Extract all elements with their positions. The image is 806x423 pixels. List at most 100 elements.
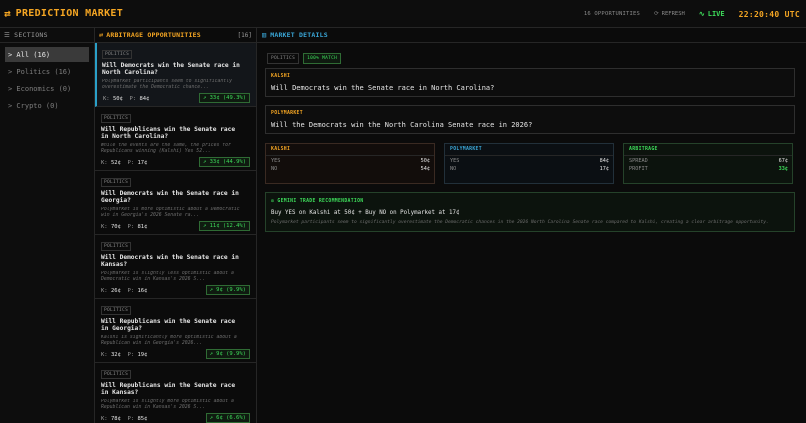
poly-price: 19¢ <box>137 352 148 358</box>
yes-label: YES <box>271 157 281 164</box>
card-question: Will Democrats win the Senate race in Ge… <box>101 190 239 204</box>
category-tag: POLITICS <box>101 306 132 315</box>
top-bar: ⇄ PREDICTION MARKET 16 OPPORTUNITIES ⟳ R… <box>0 0 806 28</box>
polymarket-question-box: POLYMARKET Will the Democrats win the No… <box>265 105 795 134</box>
sidebar-title: SECTIONS <box>14 31 48 39</box>
opportunity-card[interactable]: POLITICS Will Republicans win the Senate… <box>95 107 256 171</box>
kalshi-yes-row: YES 50¢ <box>266 157 434 164</box>
polymarket-box-title: POLYMARKET <box>445 144 613 156</box>
profit-badge: ↗ 33¢ (49.3%) <box>198 93 250 103</box>
arbitrage-box-title: ARBITRAGE <box>624 144 792 156</box>
opportunity-card[interactable]: POLITICS Will Democrats win the Senate r… <box>95 235 256 299</box>
kalshi-yes-price: 50¢ <box>420 157 430 164</box>
sidebar-item-politics[interactable]: > Politics (16) <box>5 64 89 79</box>
category-tag: POLITICS <box>102 50 133 59</box>
recommendation-reason: Polymarket participants seem to signific… <box>271 220 769 225</box>
arbitrage-box: ARBITRAGE SPREAD 67¢ PROFIT 33¢ <box>623 143 793 184</box>
profit-badge: ↗ 6¢ (6.6%) <box>205 413 250 423</box>
recommendation-title: ◎ GEMINI TRADE RECOMMENDATION <box>271 199 364 204</box>
spread-row: SPREAD 67¢ <box>624 157 792 164</box>
refresh-button[interactable]: ⟳ REFRESH <box>654 11 685 17</box>
opportunity-card[interactable]: POLITICS Will Republicans win the Senate… <box>95 299 256 363</box>
refresh-label: REFRESH <box>661 11 685 17</box>
card-prices: K: 26¢ P: 16¢ <box>101 288 148 294</box>
category-tag: POLITICS <box>101 178 132 187</box>
card-prices: K: 78¢ P: 85¢ <box>101 416 148 422</box>
opportunities-panel: ⇄ ARBITRAGE OPPORTUNITIES [16] POLITICS … <box>95 28 257 423</box>
poly-yes-price: 84¢ <box>599 157 609 164</box>
opportunity-card[interactable]: POLITICS Will Democrats win the Senate r… <box>95 43 256 107</box>
kalshi-no-row: NO 54¢ <box>266 165 434 172</box>
card-description: Polymarket is more optimistic about a De… <box>101 207 240 218</box>
profit-label: PROFIT <box>629 165 648 172</box>
kalshi-box-title: KALSHI <box>266 144 434 156</box>
sidebar-item-crypto[interactable]: > Crypto (0) <box>5 98 89 113</box>
poly-price: 84¢ <box>139 96 150 102</box>
profit-row: PROFIT 33¢ <box>624 165 792 172</box>
polymarket-label: POLYMARKET <box>271 111 303 116</box>
menu-icon: ☰ <box>4 31 11 39</box>
profit-value: 33¢ <box>778 165 788 172</box>
profit-badge: ↗ 11¢ (12.4%) <box>198 221 250 231</box>
card-question: Will Democrats win the Senate race in Ka… <box>101 254 239 268</box>
card-description: Kalshi is significantly more optimistic … <box>101 335 237 346</box>
poly-yes-row: YES 84¢ <box>445 157 613 164</box>
app-title: PREDICTION MARKET <box>15 8 124 19</box>
kalshi-price-box: KALSHI YES 50¢ NO 54¢ <box>265 143 435 184</box>
kalshi-label: KALSHI <box>271 74 291 79</box>
trade-recommendation: ◎ GEMINI TRADE RECOMMENDATION Buy YES on… <box>265 192 795 232</box>
sidebar-header: ☰ SECTIONS <box>0 28 94 43</box>
swap-arrows-icon: ⇄ <box>4 7 11 20</box>
category-tag: POLITICS <box>101 370 132 379</box>
card-prices: K: 52¢ P: 17¢ <box>101 160 148 166</box>
poly-no-row: NO 17¢ <box>445 165 613 172</box>
no-label: NO <box>271 165 278 172</box>
chart-icon: ▥ <box>262 31 267 39</box>
top-right-controls: 16 OPPORTUNITIES ⟳ REFRESH ∿ LIVE 22:20:… <box>584 0 800 28</box>
details-header: ▥ MARKET DETAILS <box>257 28 806 43</box>
kalshi-price: 26¢ <box>110 288 121 294</box>
opportunities-count: 16 OPPORTUNITIES <box>583 11 641 17</box>
card-description: Polymarket participants seem to signific… <box>102 79 232 90</box>
poly-price: 16¢ <box>137 288 148 294</box>
card-question: Will Republicans win the Senate race in … <box>101 318 236 332</box>
polymarket-price-box: POLYMARKET YES 84¢ NO 17¢ <box>444 143 614 184</box>
no-label: NO <box>450 165 457 172</box>
card-description: Polymarket is slightly less optimistic a… <box>101 271 234 282</box>
poly-price: 85¢ <box>137 416 148 422</box>
category-tag: POLITICS <box>101 114 132 123</box>
brand: ⇄ PREDICTION MARKET <box>0 7 123 20</box>
kalshi-price: 50¢ <box>112 96 123 102</box>
opportunity-card[interactable]: POLITICS Will Democrats win the Senate r… <box>95 171 256 235</box>
yes-label: YES <box>450 157 460 164</box>
market-details-panel: ▥ MARKET DETAILS POLITICS 100% MATCH KAL… <box>257 28 806 423</box>
polymarket-question: Will the Democrats win the North Carolin… <box>271 121 533 129</box>
profit-badge: ↗ 9¢ (9.9%) <box>205 349 250 359</box>
kalshi-price: 70¢ <box>110 224 121 230</box>
sidebar-item-economics[interactable]: > Economics (0) <box>5 81 89 96</box>
sidebar-item-all[interactable]: > All (16) <box>5 47 89 62</box>
kalshi-price: 32¢ <box>110 352 121 358</box>
poly-price: 81¢ <box>137 224 148 230</box>
recommendation-text: Buy YES on Kalshi at 50¢ + Buy NO on Pol… <box>271 210 460 216</box>
swap-arrows-icon: ⇄ <box>99 31 104 39</box>
pulse-icon: ∿ <box>698 10 705 18</box>
kalshi-price: 52¢ <box>110 160 121 166</box>
opportunities-title: ARBITRAGE OPPORTUNITIES <box>106 31 201 39</box>
opportunity-card[interactable]: POLITICS Will Republicans win the Senate… <box>95 363 256 423</box>
card-prices: K: 70¢ P: 81¢ <box>101 224 148 230</box>
profit-badge: ↗ 33¢ (44.9%) <box>198 157 250 167</box>
card-description: While the events are the same, the price… <box>101 143 231 154</box>
utc-clock: 22:20:40 UTC <box>738 9 800 19</box>
card-question: Will Republicans win the Senate race in … <box>101 382 236 396</box>
card-question: Will Republicans win the Senate race in … <box>101 126 236 140</box>
kalshi-no-price: 54¢ <box>420 165 430 172</box>
kalshi-question: Will Democrats win the Senate race in No… <box>271 84 495 92</box>
refresh-icon: ⟳ <box>654 11 659 17</box>
live-indicator: ∿ LIVE <box>699 10 725 18</box>
spread-label: SPREAD <box>629 157 648 164</box>
card-description: Polymarket is slightly more optimistic a… <box>101 399 234 410</box>
live-label: LIVE <box>707 10 725 18</box>
poly-price: 17¢ <box>137 160 148 166</box>
match-badge: 100% MATCH <box>303 53 342 64</box>
